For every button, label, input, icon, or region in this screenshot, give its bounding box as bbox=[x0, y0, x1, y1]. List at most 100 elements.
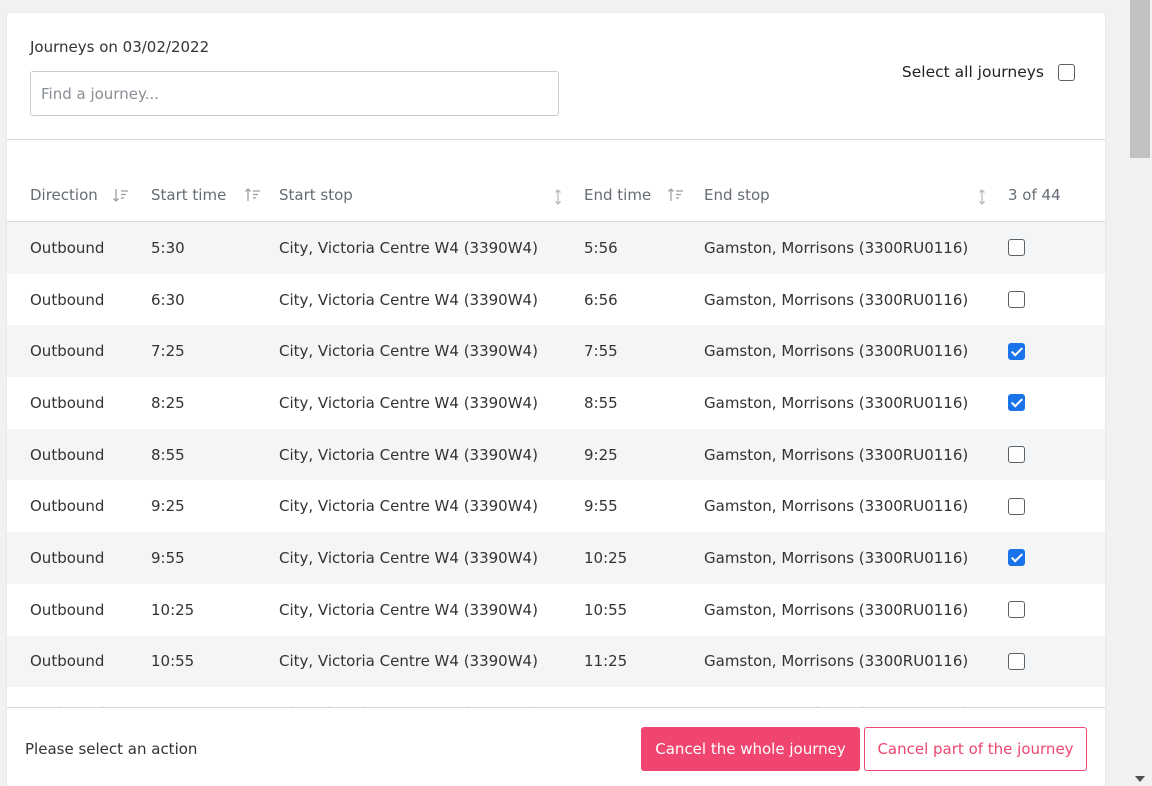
cell-end-time: 11:25 bbox=[584, 652, 628, 671]
sort-unsorted-icon[interactable] bbox=[973, 188, 991, 206]
selected-count: 3 of 44 bbox=[1008, 186, 1061, 204]
cell-end-stop: Gamston, Morrisons (3300RU0116) bbox=[704, 238, 969, 257]
action-prompt: Please select an action bbox=[25, 740, 198, 758]
cell-end-stop: Gamston, Morrisons (3300RU0116) bbox=[704, 497, 969, 516]
journeys-header: Journeys on 03/02/2022 Select all journe… bbox=[7, 13, 1105, 140]
cell-start-time: 5:30 bbox=[151, 238, 185, 257]
row-select-checkbox[interactable] bbox=[1008, 497, 1025, 515]
cell-direction: Outbound bbox=[30, 238, 105, 257]
cell-start-stop: City, Victoria Centre W4 (3390W4) bbox=[279, 290, 538, 309]
journeys-date-label: Journeys on 03/02/2022 bbox=[30, 38, 210, 56]
cell-end-stop: Gamston, Morrisons (3300RU0116) bbox=[704, 290, 969, 309]
journey-search-input[interactable] bbox=[30, 71, 559, 116]
journey-list: Outbound 5:30 City, Victoria Centre W4 (33… bbox=[7, 222, 1105, 739]
cancel-whole-journey-button[interactable]: Cancel the whole journey bbox=[641, 727, 860, 771]
column-start-stop-label: Start stop bbox=[279, 186, 353, 204]
cell-direction: Outbound bbox=[30, 652, 105, 671]
cell-start-time: 9:55 bbox=[151, 548, 185, 567]
row-select-checkbox[interactable] bbox=[1008, 652, 1025, 670]
table-row[interactable]: Outbound 9:55 City, Victoria Centre W4 (33… bbox=[7, 532, 1105, 584]
column-end-stop-label: End stop bbox=[704, 186, 770, 204]
cell-end-stop: Gamston, Morrisons (3300RU0116) bbox=[704, 393, 969, 412]
cell-start-stop: City, Victoria Centre W4 (3390W4) bbox=[279, 393, 538, 412]
column-end-time-label: End time bbox=[584, 186, 652, 204]
cell-start-stop: City, Victoria Centre W4 (3390W4) bbox=[279, 497, 538, 516]
table-header: Direction Start time Start stop End time… bbox=[7, 176, 1105, 222]
cell-direction: Outbound bbox=[30, 290, 105, 309]
column-start-time[interactable]: Start time bbox=[151, 186, 262, 204]
row-select-cell bbox=[1008, 377, 1025, 429]
cell-start-time: 7:25 bbox=[151, 342, 185, 361]
row-select-checkbox[interactable] bbox=[1008, 291, 1025, 309]
sort-unsorted-icon[interactable] bbox=[549, 188, 567, 206]
cell-direction: Outbound bbox=[30, 600, 105, 619]
table-row[interactable]: Outbound 8:55 City, Victoria Centre W4 (33… bbox=[7, 428, 1105, 481]
selected-count-label: 3 of 44 bbox=[1008, 186, 1061, 204]
sort-asc-icon[interactable] bbox=[244, 186, 262, 204]
row-select-checkbox[interactable] bbox=[1008, 446, 1025, 464]
scrollbar-thumb[interactable] bbox=[1130, 0, 1150, 158]
cell-start-time: 6:30 bbox=[151, 290, 185, 309]
cell-start-stop: City, Victoria Centre W4 (3390W4) bbox=[279, 652, 538, 671]
table-row[interactable]: Outbound 9:25 City, Victoria Centre W4 (33… bbox=[7, 480, 1105, 532]
column-direction-label: Direction bbox=[30, 186, 98, 204]
cell-end-stop: Gamston, Morrisons (3300RU0116) bbox=[704, 652, 969, 671]
row-select-checkbox[interactable] bbox=[1008, 342, 1025, 360]
cell-end-stop: Gamston, Morrisons (3300RU0116) bbox=[704, 600, 969, 619]
cell-end-time: 10:25 bbox=[584, 548, 628, 567]
cell-end-time: 9:55 bbox=[584, 497, 618, 516]
column-start-time-label: Start time bbox=[151, 186, 227, 204]
cell-direction: Outbound bbox=[30, 342, 105, 361]
cell-end-time: 10:55 bbox=[584, 600, 628, 619]
cell-end-time: 5:56 bbox=[584, 238, 618, 257]
column-end-stop[interactable]: End stop bbox=[704, 186, 770, 204]
sort-asc-icon[interactable] bbox=[667, 186, 685, 204]
row-select-checkbox[interactable] bbox=[1008, 549, 1025, 567]
cell-end-stop: Gamston, Morrisons (3300RU0116) bbox=[704, 342, 969, 361]
row-select-checkbox[interactable] bbox=[1008, 601, 1025, 619]
journeys-panel: Journeys on 03/02/2022 Select all journe… bbox=[7, 13, 1105, 786]
table-row[interactable]: Outbound 7:25 City, Victoria Centre W4 (33… bbox=[7, 325, 1105, 378]
select-all-checkbox[interactable] bbox=[1058, 63, 1075, 81]
cell-start-time: 8:55 bbox=[151, 445, 185, 464]
cancel-part-journey-button[interactable]: Cancel part of the journey bbox=[864, 727, 1087, 771]
column-end-time[interactable]: End time bbox=[584, 186, 685, 204]
sort-desc-icon[interactable] bbox=[112, 186, 130, 204]
table-row[interactable]: Outbound 5:30 City, Victoria Centre W4 (33… bbox=[7, 222, 1105, 274]
row-select-cell bbox=[1008, 274, 1025, 326]
cell-start-time: 10:25 bbox=[151, 600, 195, 619]
cell-start-time: 8:25 bbox=[151, 393, 185, 412]
cell-start-stop: City, Victoria Centre W4 (3390W4) bbox=[279, 600, 538, 619]
action-footer: Please select an action Cancel the whole… bbox=[7, 707, 1105, 786]
row-select-checkbox[interactable] bbox=[1008, 394, 1025, 412]
cell-start-stop: City, Victoria Centre W4 (3390W4) bbox=[279, 342, 538, 361]
row-select-cell bbox=[1008, 222, 1025, 274]
cell-direction: Outbound bbox=[30, 497, 105, 516]
table-row[interactable]: Outbound 10:25 City, Victoria Centre W4 (3… bbox=[7, 584, 1105, 636]
select-all-label: Select all journeys bbox=[901, 63, 1044, 81]
cell-start-stop: City, Victoria Centre W4 (3390W4) bbox=[279, 548, 538, 567]
page-scrollbar[interactable] bbox=[1128, 0, 1152, 786]
cell-end-time: 9:25 bbox=[584, 445, 618, 464]
cell-end-time: 7:55 bbox=[584, 342, 618, 361]
cell-end-time: 6:56 bbox=[584, 290, 618, 309]
row-select-cell bbox=[1008, 584, 1025, 636]
cell-direction: Outbound bbox=[30, 548, 105, 567]
row-select-cell bbox=[1008, 325, 1025, 377]
table-row[interactable]: Outbound 10:55 City, Victoria Centre W4 (3… bbox=[7, 635, 1105, 688]
cell-end-stop: Gamston, Morrisons (3300RU0116) bbox=[704, 548, 969, 567]
table-row[interactable]: Outbound 6:30 City, Victoria Centre W4 (33… bbox=[7, 274, 1105, 326]
cell-end-time: 8:55 bbox=[584, 393, 618, 412]
select-all-journeys[interactable]: Select all journeys bbox=[902, 63, 1075, 81]
cell-start-time: 9:25 bbox=[151, 497, 185, 516]
row-select-checkbox[interactable] bbox=[1008, 239, 1025, 257]
cell-end-stop: Gamston, Morrisons (3300RU0116) bbox=[704, 445, 969, 464]
table-row[interactable]: Outbound 8:25 City, Victoria Centre W4 (33… bbox=[7, 377, 1105, 429]
row-select-cell bbox=[1008, 480, 1025, 532]
row-select-cell bbox=[1008, 532, 1025, 584]
column-start-stop[interactable]: Start stop bbox=[279, 186, 353, 204]
scroll-down-arrow-icon[interactable] bbox=[1135, 776, 1145, 782]
cell-direction: Outbound bbox=[30, 393, 105, 412]
cell-start-stop: City, Victoria Centre W4 (3390W4) bbox=[279, 445, 538, 464]
column-direction[interactable]: Direction bbox=[30, 186, 130, 204]
